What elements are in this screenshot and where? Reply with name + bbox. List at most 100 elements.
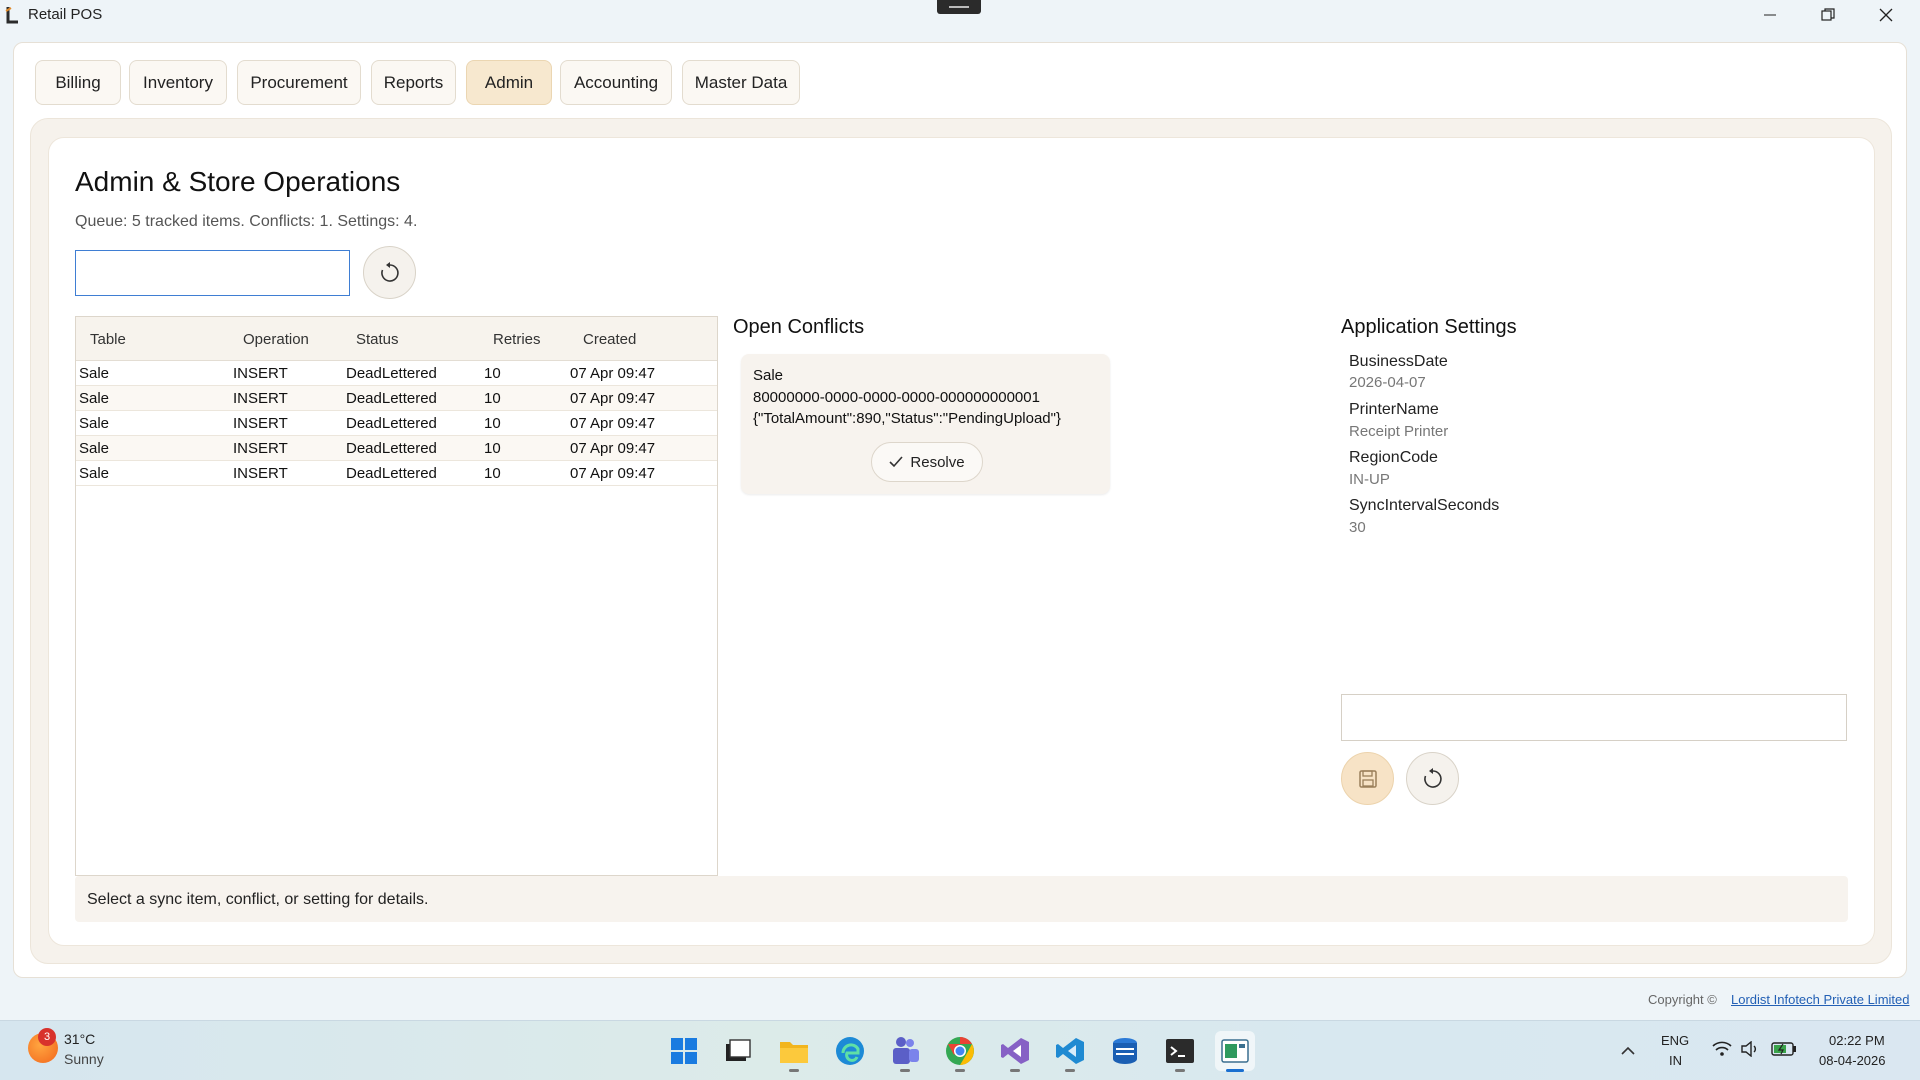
cell-table: Sale [79, 440, 110, 457]
cell-operation: INSERT [233, 440, 288, 457]
cell-retries: 10 [484, 465, 501, 482]
start-button[interactable] [664, 1031, 704, 1071]
column-header-operation[interactable]: Operation [243, 331, 309, 348]
taskbar-app-retail-pos[interactable] [1215, 1031, 1255, 1072]
weather-desc: Sunny [64, 1051, 104, 1067]
file-explorer-icon [780, 1042, 808, 1063]
teams-icon [893, 1037, 919, 1064]
check-icon [889, 456, 903, 468]
conflicts-title: Open Conflicts [733, 316, 865, 338]
cell-status: DeadLettered [346, 365, 437, 382]
tab-reports[interactable]: Reports [371, 60, 456, 105]
task-view-icon [726, 1039, 751, 1061]
setting-name: RegionCode [1349, 449, 1438, 466]
cell-table: Sale [79, 390, 110, 407]
title-bar: Retail POS [0, 0, 1920, 30]
company-link[interactable]: Lordist Infotech Private Limited [1731, 992, 1909, 1007]
setting-value: 30 [1349, 519, 1366, 536]
weather-temp: 31°C [64, 1031, 96, 1047]
table-row[interactable]: Sale INSERT DeadLettered 10 07 Apr 09:47 [76, 461, 717, 486]
cell-operation: INSERT [233, 365, 288, 382]
table-row[interactable]: Sale INSERT DeadLettered 10 07 Apr 09:47 [76, 361, 717, 386]
start-icon [671, 1038, 697, 1064]
close-button[interactable] [1857, 0, 1915, 30]
vscode-icon [1056, 1038, 1084, 1064]
admin-content: Admin & Store Operations Queue: 5 tracke… [48, 137, 1875, 946]
setting-value: IN-UP [1349, 471, 1390, 488]
volume-icon[interactable] [1741, 1041, 1761, 1057]
resolve-button[interactable]: Resolve [871, 442, 983, 482]
setting-name: SyncIntervalSeconds [1349, 497, 1500, 514]
copyright-text: Copyright © [1648, 992, 1717, 1007]
queue-search-input[interactable] [75, 250, 350, 296]
chevron-up-icon [1621, 1046, 1635, 1055]
taskbar: 3 31°C Sunny ENG IN 02:22 PM 08-04-2026 [0, 1020, 1920, 1080]
running-indicator [900, 1069, 910, 1072]
tab-accounting[interactable]: Accounting [560, 60, 672, 105]
sync-queue-table[interactable]: Table Operation Status Retries Created S… [75, 316, 718, 876]
cell-table: Sale [79, 365, 110, 382]
refresh-icon [1423, 767, 1442, 788]
battery-charging-icon[interactable] [1771, 1042, 1797, 1056]
taskbar-app-chrome[interactable] [940, 1031, 980, 1072]
cell-operation: INSERT [233, 465, 288, 482]
tab-admin[interactable]: Admin [466, 60, 552, 105]
conflict-record-id: 80000000-0000-0000-0000-000000000001 [753, 389, 1040, 406]
cell-operation: INSERT [233, 415, 288, 432]
settings-title: Application Settings [1341, 316, 1517, 338]
tab-master-data[interactable]: Master Data [682, 60, 800, 105]
window-title: Retail POS [28, 6, 103, 23]
edge-icon [836, 1037, 864, 1065]
save-icon [1358, 769, 1377, 788]
taskbar-app-file-explorer[interactable] [774, 1031, 814, 1072]
column-header-retries[interactable]: Retries [493, 331, 541, 348]
running-indicator [1010, 1069, 1020, 1072]
taskbar-app-visual-studio[interactable] [995, 1031, 1035, 1072]
minimize-button[interactable] [1741, 0, 1799, 30]
table-row[interactable]: Sale INSERT DeadLettered 10 07 Apr 09:47 [76, 386, 717, 411]
visual-studio-icon [1001, 1038, 1029, 1064]
taskbar-app-edge[interactable] [830, 1031, 870, 1071]
cell-status: DeadLettered [346, 415, 437, 432]
setting-value: 2026-04-07 [1349, 374, 1426, 391]
chrome-icon [946, 1037, 974, 1065]
taskbar-app-teams[interactable] [885, 1031, 925, 1072]
tab-inventory[interactable]: Inventory [129, 60, 227, 105]
column-header-table[interactable]: Table [90, 331, 126, 348]
taskbar-app-azure-data-studio[interactable] [1105, 1031, 1145, 1071]
tab-billing[interactable]: Billing [35, 60, 121, 105]
taskbar-app-terminal[interactable] [1160, 1031, 1200, 1072]
running-indicator [789, 1069, 799, 1072]
wifi-icon[interactable] [1712, 1041, 1732, 1057]
app-logo-icon [5, 7, 18, 24]
clock-date[interactable]: 08-04-2026 [1819, 1053, 1886, 1068]
setting-value-input[interactable] [1341, 694, 1847, 741]
conflict-card[interactable]: Sale 80000000-0000-0000-0000-00000000000… [741, 354, 1110, 494]
input-language[interactable]: ENG [1661, 1033, 1689, 1048]
cell-retries: 10 [484, 415, 501, 432]
restore-button[interactable] [1799, 0, 1857, 30]
table-row[interactable]: Sale INSERT DeadLettered 10 07 Apr 09:47 [76, 411, 717, 436]
taskbar-app-vscode[interactable] [1050, 1031, 1090, 1072]
terminal-icon [1166, 1039, 1194, 1063]
cell-status: DeadLettered [346, 440, 437, 457]
tab-procurement[interactable]: Procurement [237, 60, 361, 105]
cell-table: Sale [79, 465, 110, 482]
details-text: Select a sync item, conflict, or setting… [87, 891, 429, 908]
column-header-status[interactable]: Status [356, 331, 399, 348]
cell-status: DeadLettered [346, 465, 437, 482]
snap-grip[interactable] [937, 0, 981, 14]
table-row[interactable]: Sale INSERT DeadLettered 10 07 Apr 09:47 [76, 436, 717, 461]
show-hidden-icons-button[interactable] [1608, 1031, 1648, 1071]
input-region[interactable]: IN [1669, 1053, 1682, 1068]
task-view-button[interactable] [718, 1031, 758, 1071]
table-header: Table Operation Status Retries Created [76, 317, 717, 361]
refresh-queue-button[interactable] [363, 246, 416, 299]
page-title: Admin & Store Operations [75, 166, 401, 197]
column-header-created[interactable]: Created [583, 331, 636, 348]
azure-data-studio-icon [1113, 1038, 1137, 1064]
refresh-settings-button[interactable] [1406, 752, 1459, 805]
save-setting-button[interactable] [1341, 752, 1394, 805]
running-indicator [1065, 1069, 1075, 1072]
clock-time[interactable]: 02:22 PM [1829, 1033, 1885, 1048]
